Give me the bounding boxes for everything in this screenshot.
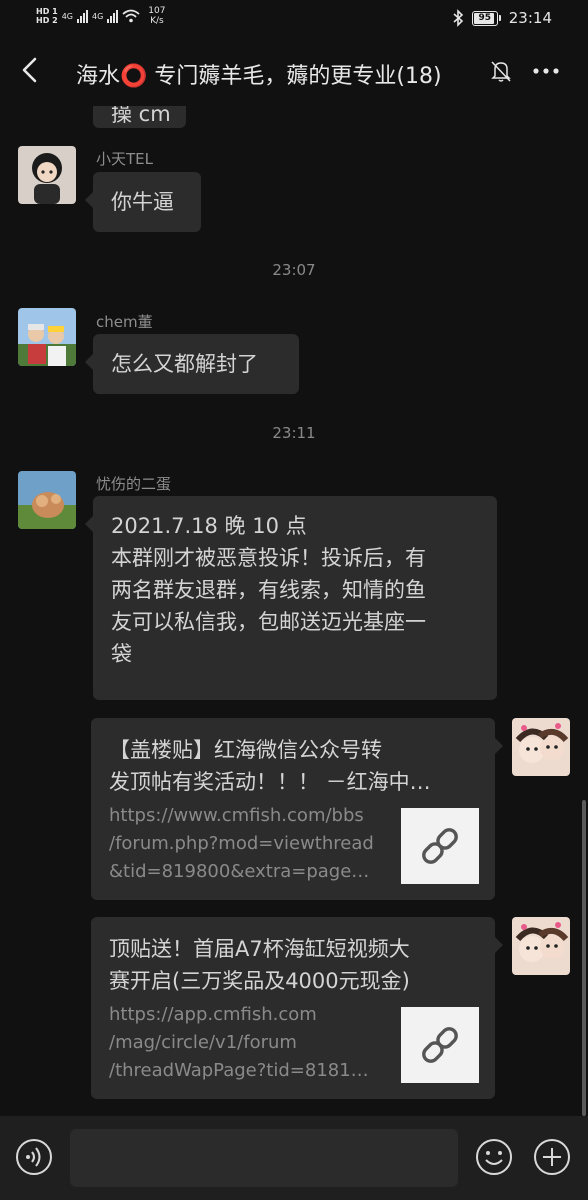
hd1-label: HD 1 — [36, 7, 58, 16]
timestamp: 23:07 — [272, 261, 316, 279]
battery-level: 95 — [478, 12, 492, 23]
link-thumbnail — [401, 808, 479, 884]
link-title-line: 发顶帖有奖活动！！！ －红海中… — [109, 770, 431, 794]
message-line: 2021.7.18 晚 10 点 — [111, 514, 307, 538]
speed-unit: K/s — [150, 16, 164, 26]
link-card-title: 【盖楼贴】红海微信公众号转 发顶帖有奖活动！！！ －红海中… — [109, 734, 479, 798]
link-card-url: https://www.cmfish.com/bbs /forum.php?mo… — [109, 802, 381, 886]
hd2-label: HD 2 — [36, 16, 58, 25]
status-right: 95 23:14 — [452, 9, 552, 27]
timestamp: 23:11 — [272, 424, 316, 442]
hd-indicators: HD 1 HD 2 — [36, 7, 58, 25]
status-bar: HD 1 HD 2 4G 4G 107 K/s 95 23:14 — [0, 0, 588, 36]
avatar[interactable] — [512, 917, 570, 975]
link-url-line: &tid=819800&extra=page… — [109, 861, 370, 882]
input-bar — [0, 1116, 588, 1200]
link-thumbnail — [401, 1007, 479, 1083]
link-card[interactable]: 【盖楼贴】红海微信公众号转 发顶帖有奖活动！！！ －红海中… https://w… — [91, 718, 503, 900]
more-icon[interactable] — [530, 56, 562, 86]
sender-name: 小天TEL — [96, 150, 153, 168]
network-type-1: 4G — [61, 11, 73, 21]
message-bubble-partial[interactable]: 操 cm — [93, 106, 186, 128]
network-type-2: 4G — [91, 11, 104, 21]
avatar[interactable] — [18, 308, 76, 366]
message-bubble[interactable]: 2021.7.18 晚 10 点 本群刚才被恶意投诉！投诉后，有 两名群友退群，… — [85, 496, 497, 700]
message-input[interactable] — [70, 1129, 458, 1187]
link-icon — [422, 1027, 458, 1063]
scrollbar[interactable] — [582, 800, 586, 1116]
link-url-line: /mag/circle/v1/forum — [109, 1032, 297, 1053]
signal-icon — [76, 9, 88, 23]
message-bubble[interactable]: 怎么又都解封了 — [85, 334, 299, 394]
back-arrow-icon[interactable] — [12, 52, 48, 88]
mute-bell-icon — [491, 61, 511, 82]
avatar[interactable] — [18, 146, 76, 204]
network-speed: 107 K/s — [148, 6, 165, 26]
chat-title: 海水⭕ 专门薅羊毛，薅的更专业(18) — [76, 64, 442, 89]
message-bubble[interactable]: 你牛逼 — [85, 172, 201, 232]
link-url-line: /forum.php?mod=viewthread — [109, 833, 374, 854]
message-text: 怎么又都解封了 — [111, 352, 258, 376]
bluetooth-icon — [453, 9, 463, 27]
link-title-line: 顶贴送！首届A7杯海缸短视频大 — [109, 937, 410, 961]
battery-icon: 95 — [471, 10, 501, 26]
link-url-line: /threadWapPage?tid=8181… — [109, 1060, 369, 1081]
status-left: HD 1 HD 2 4G 4G 107 K/s — [36, 6, 165, 26]
emoji-icon[interactable] — [474, 1137, 514, 1177]
sender-name: chem董 — [96, 313, 153, 331]
message-line: 两名群友退群，有线索，知情的鱼 — [111, 578, 426, 602]
link-card-title: 顶贴送！首届A7杯海缸短视频大 赛开启(三万奖品及4000元现金) — [109, 933, 479, 997]
link-title-line: 【盖楼贴】红海微信公众号转 — [109, 738, 382, 762]
link-url-line: https://www.cmfish.com/bbs — [109, 805, 364, 826]
wifi-icon — [122, 9, 140, 23]
avatar[interactable] — [512, 718, 570, 776]
message-line: 友可以私信我，包邮送迈光基座一 — [111, 610, 426, 634]
link-title-line: 赛开启(三万奖品及4000元现金) — [109, 969, 410, 993]
chat-header: 海水⭕ 专门薅羊毛，薅的更专业(18) — [0, 38, 588, 106]
avatar[interactable] — [18, 471, 76, 529]
link-url-line: https://app.cmfish.com — [109, 1004, 317, 1025]
link-icon — [422, 828, 458, 864]
status-time: 23:14 — [508, 9, 552, 27]
link-card[interactable]: 顶贴送！首届A7杯海缸短视频大 赛开启(三万奖品及4000元现金) https:… — [91, 917, 503, 1099]
speed-value: 107 — [148, 6, 166, 16]
message-line: 本群刚才被恶意投诉！投诉后，有 — [111, 546, 426, 570]
link-card-url: https://app.cmfish.com /mag/circle/v1/fo… — [109, 1001, 381, 1085]
message-list[interactable]: 操 cm 小天TEL 你牛逼 23:07 chem董 怎么又都解封了 23:11 — [0, 106, 588, 1116]
voice-icon[interactable] — [14, 1137, 54, 1177]
message-text: 你牛逼 — [111, 190, 174, 214]
signal-icon — [107, 9, 119, 23]
message-line: 袋 — [111, 642, 132, 666]
sender-name: 忧伤的二蛋 — [96, 475, 172, 493]
message-text: 操 cm — [111, 106, 171, 126]
plus-icon[interactable] — [532, 1137, 572, 1177]
